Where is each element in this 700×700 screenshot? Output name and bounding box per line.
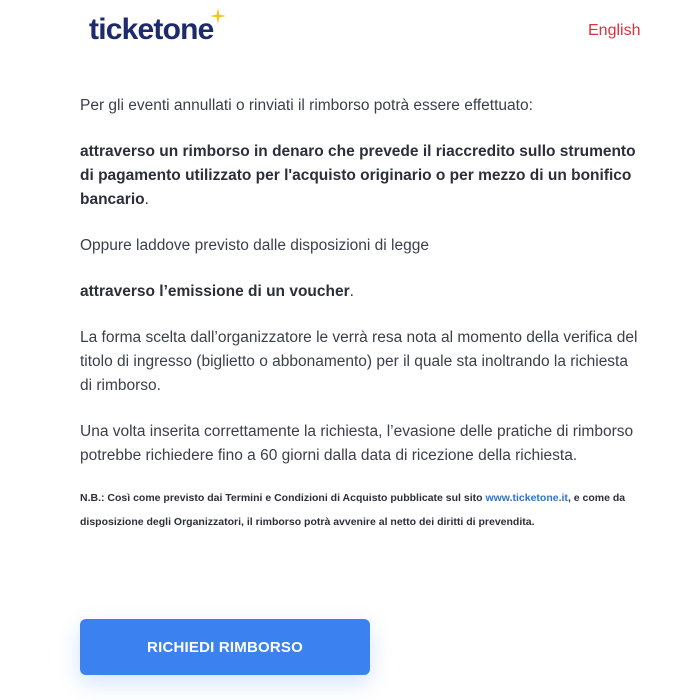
header: ticketone English [0,0,700,60]
sparkle-star-icon [209,8,226,24]
ticketone-logo[interactable]: ticketone [89,8,226,50]
intro-text: Per gli eventi annullati o rinviati il r… [80,97,533,114]
request-refund-button[interactable]: RICHIEDI RIMBORSO [80,619,370,675]
form-note-text: La forma scelta dall’organizzatore le ve… [80,329,638,394]
language-switch-link[interactable]: English [588,22,640,40]
logo-text: ticketone [89,13,214,46]
option-voucher-period: . [349,283,354,300]
action-area: RICHIEDI RIMBORSO [80,619,370,675]
refund-info: Per gli eventi annullati o rinviati il r… [80,94,640,534]
option-money-refund: attraverso un rimborso in denaro che pre… [80,140,640,212]
alternative-text: Oppure laddove previsto dalle disposizio… [80,237,429,254]
option-voucher: attraverso l’emissione di un voucher. [80,280,640,304]
option-money-period: . [144,191,149,208]
ticketone-site-link[interactable]: www.ticketone.it [485,492,567,504]
timing-text: Una volta inserita correttamente la rich… [80,423,634,464]
nb-prefix: N.B.: Così come previsto dai Termini e C… [80,492,486,504]
option-voucher-text: attraverso l’emissione di un voucher [80,283,350,300]
nb-note: N.B.: Così come previsto dai Termini e C… [80,486,640,534]
option-money-text: attraverso un rimborso in denaro che pre… [80,143,636,208]
